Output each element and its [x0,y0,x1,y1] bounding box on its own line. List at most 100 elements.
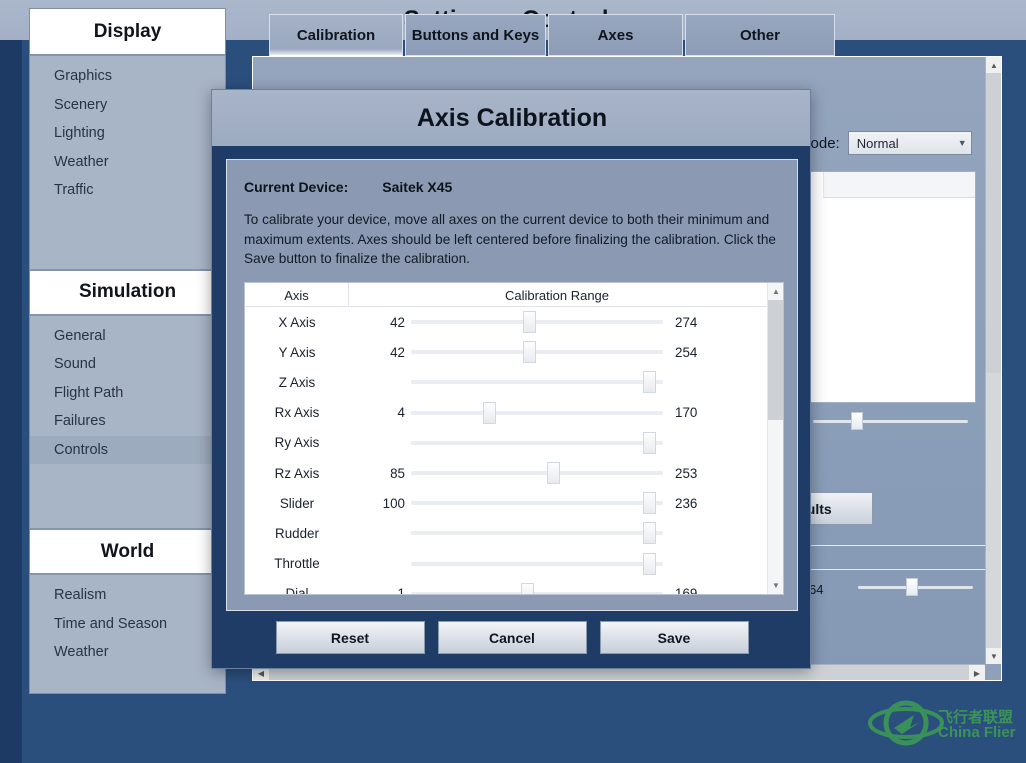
table-row: Throttle [245,549,769,579]
slider-thumb[interactable] [547,462,560,484]
slider-track [813,420,968,423]
sidebar-item-controls[interactable]: Controls [30,436,225,465]
table-scrollbar-thumb[interactable] [768,300,784,420]
slider-thumb[interactable] [643,492,656,514]
axis-range-slider[interactable] [411,402,663,424]
axis-range-slider[interactable] [411,492,663,514]
current-device-label: Current Device: [244,179,348,195]
axis-name: Dial [245,586,349,594]
chevron-down-icon: ▼ [958,138,967,148]
save-button[interactable]: Save [600,621,749,654]
sidebar-item-weather-world[interactable]: Weather [30,638,225,667]
sidebar-group-display-items: Graphics Scenery Lighting Weather Traffi… [30,56,225,269]
slider-track [411,562,663,566]
sidebar-item-sound[interactable]: Sound [30,350,225,379]
sidebar-item-failures[interactable]: Failures [30,407,225,436]
slider-thumb[interactable] [523,341,536,363]
slider-track [411,471,663,475]
axis-calibration-dialog: Axis Calibration Current Device: Saitek … [211,89,811,669]
slider-track [411,320,663,324]
sidebar-group-simulation-items: General Sound Flight Path Failures Contr… [30,316,225,529]
settings-window: Settings - Controls Display Graphics Sce… [0,0,1026,763]
table-row: Rx Axis4170 [245,398,769,428]
sidebar-group-world-items: Realism Time and Season Weather [30,575,225,677]
axis-range-slider[interactable] [411,583,663,594]
tab-axes[interactable]: Axes [548,14,683,56]
sidebar-item-scenery[interactable]: Scenery [30,91,225,120]
sidebar-item-graphics[interactable]: Graphics [30,62,225,91]
sidebar-item-realism[interactable]: Realism [30,581,225,610]
flight-mode-select[interactable]: Normal ▼ [848,131,972,155]
sensitivity-slider-2[interactable] [858,578,973,596]
axis-range-slider[interactable] [411,522,663,544]
slider-thumb[interactable] [483,402,496,424]
axis-range-slider[interactable] [411,341,663,363]
axis-min-value: 100 [349,496,411,511]
sidebar-item-weather-display[interactable]: Weather [30,148,225,177]
slider-track [411,531,663,535]
slider-thumb[interactable] [523,311,536,333]
axis-name: X Axis [245,315,349,330]
slider-thumb[interactable] [643,522,656,544]
slider-thumb[interactable] [906,578,918,596]
table-row: Rudder [245,518,769,548]
axis-name: Throttle [245,556,349,571]
dialog-body: Current Device: Saitek X45 To calibrate … [226,159,798,611]
table-scroll-down-icon[interactable]: ▼ [768,577,784,594]
vertical-scrollbar-thumb[interactable] [986,73,1002,373]
axis-min-value: 4 [349,405,411,420]
axis-range-slider[interactable] [411,432,663,454]
reset-button[interactable]: Reset [276,621,425,654]
footer-bar: Cancel OK [0,701,1026,763]
slider-track [411,441,663,445]
axis-max-value: 253 [663,466,725,481]
axis-min-value: 42 [349,315,411,330]
sidebar: Display Graphics Scenery Lighting Weathe… [29,8,226,694]
scroll-down-icon[interactable]: ▼ [986,648,1002,664]
assignments-list-box[interactable] [808,171,976,403]
table-row: Rz Axis85 253 [245,458,769,488]
slider-thumb[interactable] [521,583,534,594]
tab-calibration[interactable]: Calibration [269,14,403,56]
slider-thumb[interactable] [643,553,656,575]
dialog-cancel-button[interactable]: Cancel [438,621,587,654]
slider-track [411,380,663,384]
tab-buttons-and-keys[interactable]: Buttons and Keys [405,14,546,56]
flight-mode-value: Normal [857,136,899,151]
current-device-value: Saitek X45 [382,179,452,195]
left-edge-strip [0,40,22,763]
axis-range-slider[interactable] [411,553,663,575]
tab-other[interactable]: Other [685,14,835,56]
axis-range-slider[interactable] [411,311,663,333]
table-scroll-up-icon[interactable]: ▲ [768,283,784,300]
sidebar-item-lighting[interactable]: Lighting [30,119,225,148]
sensitivity-slider-1[interactable] [813,412,968,430]
table-vertical-scrollbar[interactable]: ▲ ▼ [767,283,783,594]
sidebar-spacer-simulation [30,464,225,518]
scroll-up-icon[interactable]: ▲ [986,57,1002,73]
slider-thumb[interactable] [851,412,863,430]
axis-name: Rz Axis [245,466,349,481]
scroll-right-icon[interactable]: ▶ [969,665,985,681]
axis-range-slider[interactable] [411,462,663,484]
table-body: X Axis42274Y Axis42254Z AxisRx Axis4170R… [245,307,769,594]
sidebar-spacer-display [30,205,225,259]
slider-thumb[interactable] [643,371,656,393]
content-vertical-scrollbar[interactable]: ▲ ▼ [985,57,1001,664]
sidebar-group-display-header: Display [30,9,225,56]
axis-value-readout: 64 [809,582,823,597]
axis-min-value: 85 [349,466,411,481]
table-row: X Axis42 274 [245,307,769,337]
table-row: Slider100236 [245,488,769,518]
sidebar-item-general[interactable]: General [30,322,225,351]
column-header-axis: Axis [245,283,349,307]
column-header-calibration-range: Calibration Range [349,283,765,307]
axis-name: Z Axis [245,375,349,390]
slider-thumb[interactable] [643,432,656,454]
axis-max-value: 169 [663,586,725,594]
sidebar-item-traffic[interactable]: Traffic [30,176,225,205]
sidebar-item-flight-path[interactable]: Flight Path [30,379,225,408]
axis-max-value: 274 [663,315,725,330]
axis-range-slider[interactable] [411,371,663,393]
sidebar-item-time-and-season[interactable]: Time and Season [30,610,225,639]
